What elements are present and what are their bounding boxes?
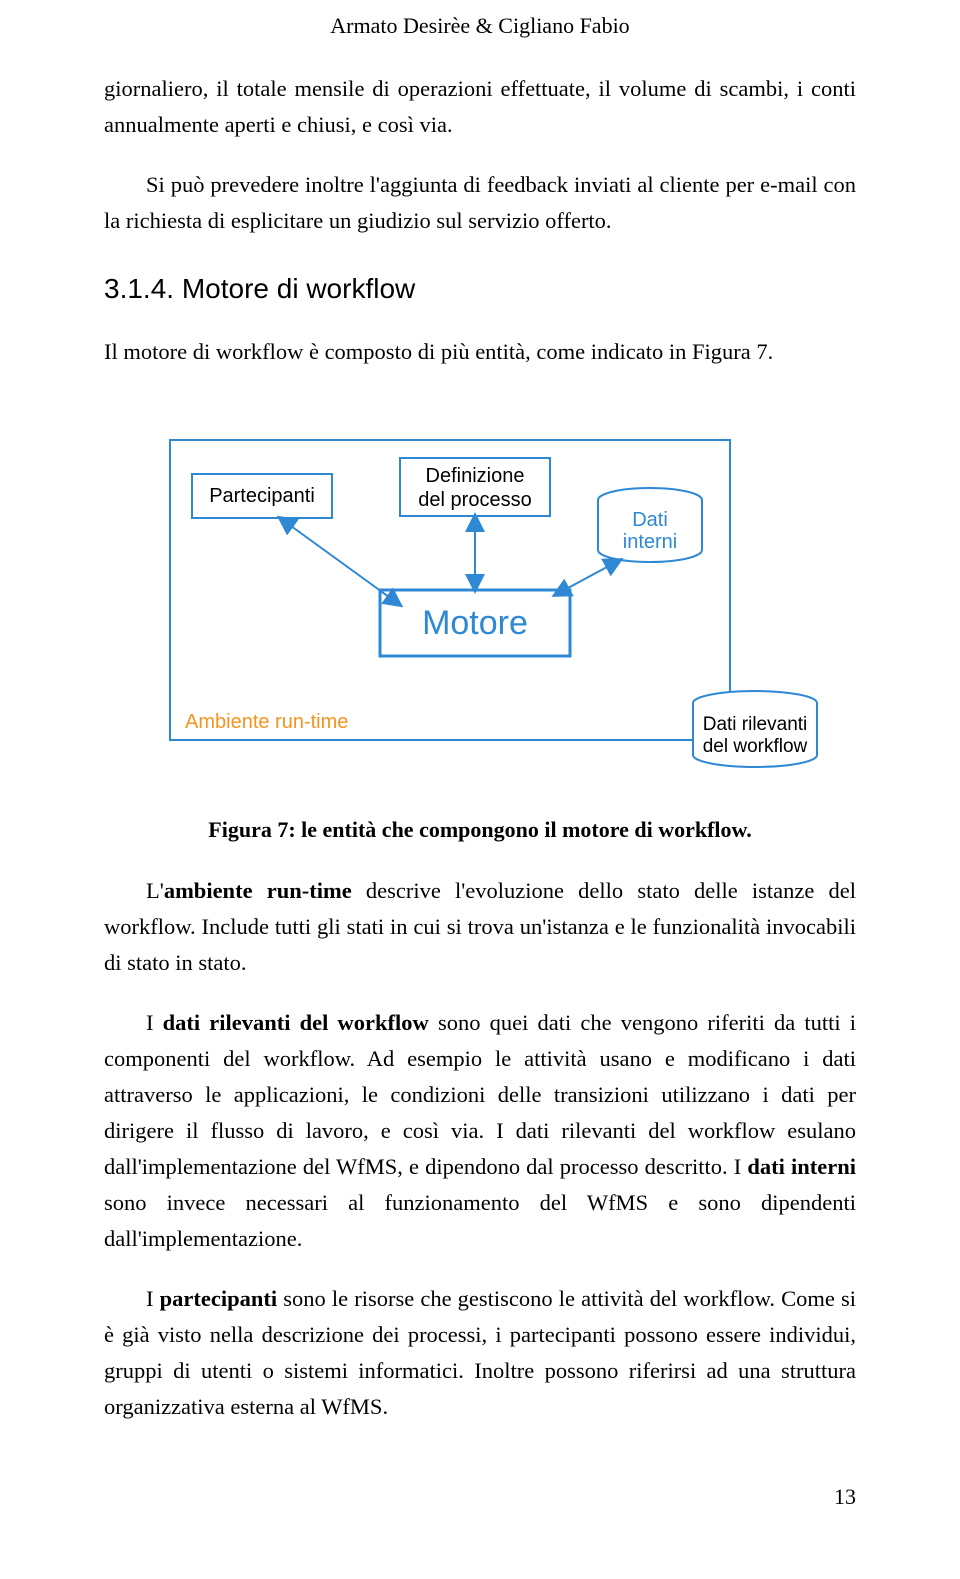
page-header-authors: Armato Desirèe & Cigliano Fabio xyxy=(0,0,960,71)
workflow-diagram-svg: Ambiente run-time Partecipanti Definizio… xyxy=(130,420,830,790)
page-number: 13 xyxy=(0,1449,960,1534)
body-paragraph-1a: giornaliero, il totale mensile di operaz… xyxy=(104,71,856,143)
diagram-ext-data-l2: del workflow xyxy=(703,736,808,757)
section-title: Motore di workflow xyxy=(182,273,415,304)
section-heading: 3.1.4. Motore di workflow xyxy=(104,267,856,312)
diagram-data-internal-l1: Dati xyxy=(632,509,668,531)
p5-a: I xyxy=(146,1286,160,1311)
body-paragraph-2: Il motore di workflow è composto di più … xyxy=(104,334,856,370)
diagram-definition-l2: del processo xyxy=(418,489,531,511)
diagram-data-internal-l2: interni xyxy=(623,531,677,553)
p4-d: dati interni xyxy=(747,1154,856,1179)
body-paragraph-1b: Si può prevedere inoltre l'aggiunta di f… xyxy=(104,167,856,239)
diagram-participants-label: Partecipanti xyxy=(209,485,315,507)
p4-a: I xyxy=(146,1010,163,1035)
figure-caption: Figura 7: le entità che compongono il mo… xyxy=(0,812,960,847)
figure-7: Ambiente run-time Partecipanti Definizio… xyxy=(130,420,830,790)
body-paragraph-3: L'ambiente run-time descrive l'evoluzion… xyxy=(104,873,856,981)
p4-c: sono quei dati che vengono riferiti da t… xyxy=(104,1010,856,1179)
p4-b: dati rilevanti del workflow xyxy=(163,1010,429,1035)
p3-b: ambiente run-time xyxy=(164,878,352,903)
diagram-engine-label: Motore xyxy=(422,604,528,642)
p4-e: sono invece necessari al funzionamento d… xyxy=(104,1190,856,1251)
section-number: 3.1.4. xyxy=(104,273,174,304)
diagram-ext-data-l1: Dati rilevanti xyxy=(703,714,808,735)
p3-a: L' xyxy=(146,878,164,903)
diagram-definition-l1: Definizione xyxy=(426,465,525,487)
diagram-runtime-label: Ambiente run-time xyxy=(185,711,348,733)
body-paragraph-5: I partecipanti sono le risorse che gesti… xyxy=(104,1281,856,1425)
p5-b: partecipanti xyxy=(160,1286,278,1311)
body-paragraph-4: I dati rilevanti del workflow sono quei … xyxy=(104,1005,856,1257)
